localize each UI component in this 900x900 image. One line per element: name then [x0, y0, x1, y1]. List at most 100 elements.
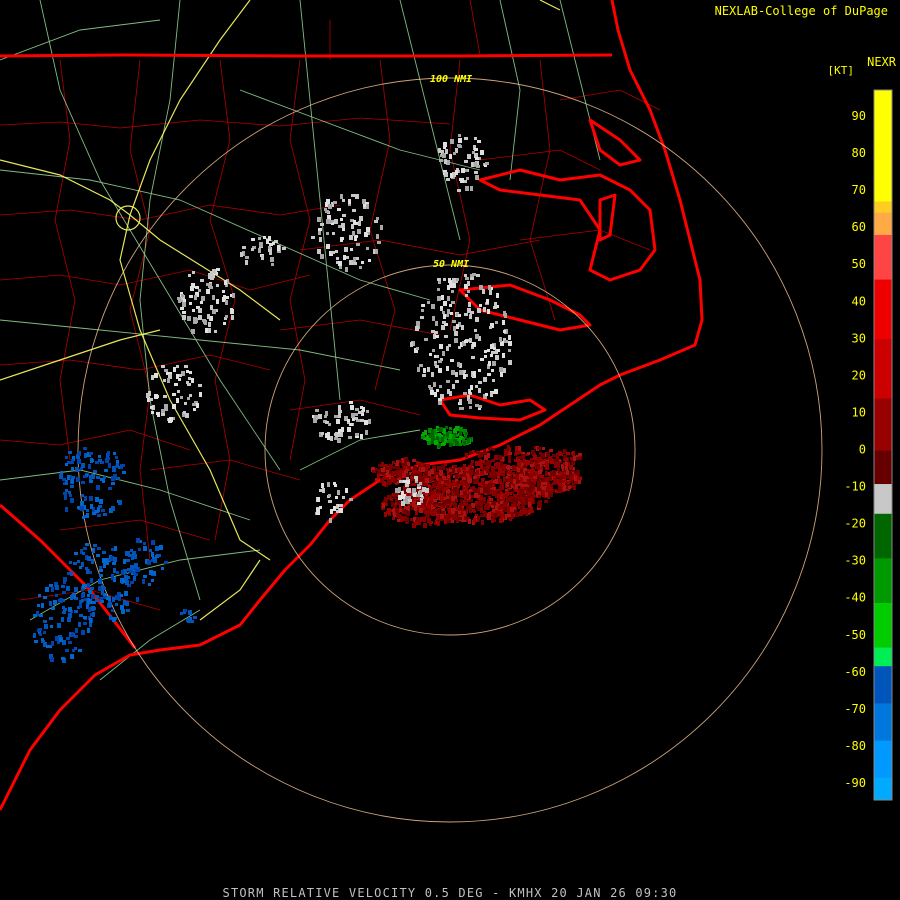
echo-pixel: [488, 285, 491, 290]
echo-pixel: [419, 364, 423, 367]
echo-pixel: [448, 439, 451, 442]
echo-pixel: [191, 378, 194, 383]
echo-pixel: [163, 395, 167, 398]
echo-pixel: [536, 464, 540, 469]
echo-pixel: [188, 377, 191, 380]
echo-pixel: [223, 322, 226, 325]
echo-pixel: [324, 208, 327, 211]
echo-pixel: [459, 431, 462, 436]
echo-pixel: [482, 498, 485, 501]
echo-pixel: [68, 491, 71, 494]
echo-pixel: [453, 152, 456, 155]
echo-pixel: [338, 410, 342, 413]
echo-pixel: [519, 474, 523, 477]
echo-pixel: [82, 552, 85, 555]
echo-pixel: [437, 509, 440, 514]
echo-pixel: [366, 204, 369, 209]
echo-pixel: [453, 465, 457, 468]
echo-pixel: [508, 360, 512, 365]
echo-pixel: [151, 375, 154, 380]
echo-pixel: [34, 640, 38, 643]
echo-pixel: [520, 469, 523, 472]
echo-pixel: [441, 325, 445, 330]
echo-pixel: [428, 501, 432, 504]
echo-pixel: [111, 609, 114, 612]
echo-pixel: [335, 250, 338, 253]
echo-pixel: [486, 488, 490, 493]
echo-pixel: [65, 507, 68, 512]
echo-pixel: [457, 481, 460, 484]
echo-pixel: [542, 461, 545, 464]
echo-pixel: [446, 366, 449, 371]
echo-pixel: [444, 159, 447, 164]
echo-pixel: [334, 484, 337, 487]
echo-pixel: [439, 427, 443, 432]
echo-pixel: [117, 477, 120, 480]
echo-pixel: [398, 495, 402, 500]
echo-pixel: [451, 301, 455, 304]
echo-pixel: [490, 392, 493, 397]
echo-pixel: [469, 406, 472, 409]
echo-pixel: [103, 513, 107, 516]
echo-pixel: [401, 501, 405, 506]
echo-pixel: [106, 560, 109, 565]
echo-pixel: [503, 502, 507, 507]
echo-pixel: [161, 365, 165, 368]
echo-pixel: [417, 367, 420, 372]
legend-band: [874, 703, 892, 742]
echo-pixel: [438, 484, 442, 489]
echo-pixel: [478, 405, 482, 408]
echo-pixel: [405, 458, 408, 461]
echo-pixel: [574, 476, 577, 481]
echo-pixel: [204, 320, 207, 325]
echo-pixel: [68, 451, 72, 454]
echo-pixel: [335, 496, 338, 499]
echo-pixel: [455, 380, 459, 383]
echo-pixel: [330, 509, 333, 514]
echo-pixel: [492, 361, 496, 366]
echo-pixel: [485, 393, 488, 396]
echo-pixel: [497, 511, 501, 516]
echo-pixel: [443, 301, 447, 306]
echo-pixel: [84, 598, 87, 601]
echo-pixel: [193, 408, 196, 411]
echo-pixel: [435, 335, 439, 338]
echo-pixel: [521, 454, 525, 459]
echo-pixel: [472, 450, 475, 453]
echo-pixel: [431, 439, 434, 444]
echo-pixel: [499, 518, 503, 523]
echo-pixel: [350, 248, 353, 251]
echo-pixel: [524, 508, 527, 513]
echo-pixel: [464, 160, 468, 163]
echo-pixel: [242, 246, 246, 249]
echo-pixel: [457, 485, 460, 488]
echo-pixel: [99, 566, 102, 569]
echo-pixel: [444, 480, 448, 483]
echo-pixel: [474, 171, 478, 174]
echo-pixel: [118, 500, 122, 505]
echo-pixel: [578, 477, 582, 480]
echo-pixel: [164, 561, 168, 564]
legend-band: [874, 558, 892, 604]
echo-pixel: [574, 471, 578, 474]
echo-pixel: [441, 465, 444, 470]
echo-pixel: [566, 452, 570, 455]
echo-pixel: [163, 379, 166, 382]
echo-pixel: [489, 290, 492, 295]
echo-pixel: [444, 335, 448, 338]
echo-pixel: [63, 581, 66, 584]
echo-pixel: [365, 430, 368, 435]
echo-pixel: [268, 246, 271, 249]
echo-pixel: [400, 519, 403, 522]
echo-pixel: [466, 484, 470, 487]
echo-pixel: [81, 481, 85, 484]
echo-pixel: [491, 505, 494, 508]
echo-pixel: [449, 154, 452, 159]
echo-pixel: [486, 503, 489, 506]
echo-pixel: [550, 471, 553, 476]
legend-tick-label: 20: [852, 368, 866, 382]
echo-pixel: [434, 440, 438, 445]
echo-pixel: [112, 597, 115, 602]
echo-pixel: [78, 649, 82, 652]
echo-pixel: [416, 517, 420, 522]
